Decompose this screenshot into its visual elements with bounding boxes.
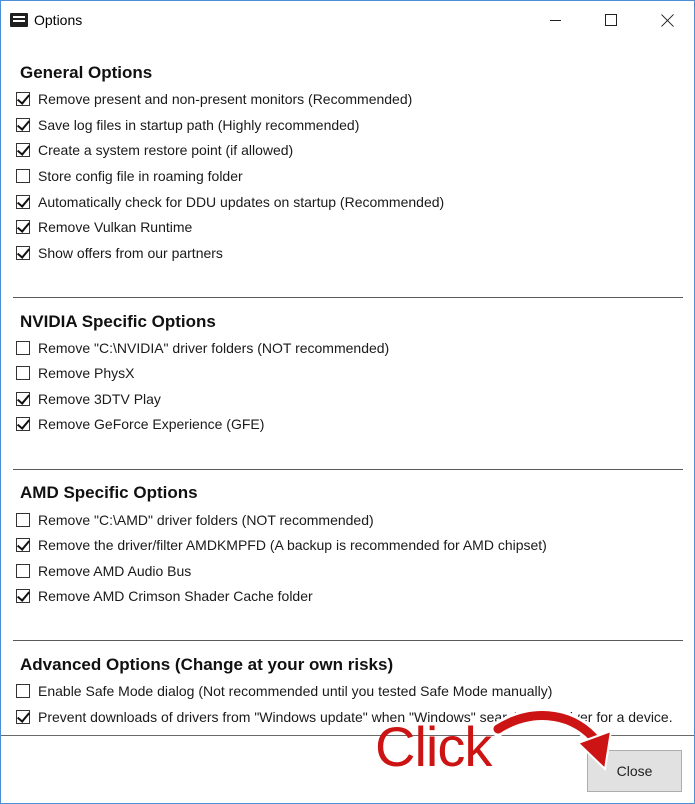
checkbox[interactable] <box>16 195 30 209</box>
option-remove-physx[interactable]: Remove PhysX <box>16 363 134 383</box>
option-label: Remove AMD Crimson Shader Cache folder <box>38 588 313 604</box>
checkbox[interactable] <box>16 417 30 431</box>
window-close-button[interactable] <box>644 1 690 39</box>
options-window: Options General Options Remove present a… <box>0 0 695 804</box>
checkbox[interactable] <box>16 143 30 157</box>
option-label: Store config file in roaming folder <box>38 168 243 184</box>
checkbox[interactable] <box>16 220 30 234</box>
window-title: Options <box>34 12 83 28</box>
checkbox[interactable] <box>16 366 30 380</box>
section-title: Advanced Options (Change at your own ris… <box>20 655 394 674</box>
option-label: Remove "C:\AMD" driver folders (NOT reco… <box>38 512 374 528</box>
option-safe-mode-dialog[interactable]: Enable Safe Mode dialog (Not recommended… <box>16 681 552 701</box>
checkbox[interactable] <box>16 684 30 698</box>
option-roaming-config[interactable]: Store config file in roaming folder <box>16 166 243 186</box>
option-save-log-files[interactable]: Save log files in startup path (Highly r… <box>16 115 359 135</box>
checkbox[interactable] <box>16 118 30 132</box>
option-remove-shader-cache[interactable]: Remove AMD Crimson Shader Cache folder <box>16 586 313 606</box>
section-divider <box>13 469 683 470</box>
option-remove-amdkmpfd[interactable]: Remove the driver/filter AMDKMPFD (A bac… <box>16 535 547 555</box>
close-icon <box>661 14 674 27</box>
app-icon <box>10 13 28 27</box>
checkbox[interactable] <box>16 564 30 578</box>
option-label: Remove present and non-present monitors … <box>38 91 413 107</box>
section-title: NVIDIA Specific Options <box>20 312 216 331</box>
checkbox[interactable] <box>16 246 30 260</box>
option-label: Create a system restore point (if allowe… <box>38 142 294 158</box>
checkbox[interactable] <box>16 92 30 106</box>
option-remove-3dtv[interactable]: Remove 3DTV Play <box>16 389 161 409</box>
section-title: AMD Specific Options <box>20 483 198 502</box>
option-label: Show offers from our partners <box>38 245 223 261</box>
title-bar[interactable]: Options <box>1 1 694 39</box>
option-label: Remove AMD Audio Bus <box>38 563 192 579</box>
option-check-updates[interactable]: Automatically check for DDU updates on s… <box>16 192 444 212</box>
checkbox[interactable] <box>16 513 30 527</box>
option-remove-monitors[interactable]: Remove present and non-present monitors … <box>16 89 412 109</box>
option-label: Remove 3DTV Play <box>38 391 161 407</box>
minimize-icon <box>549 19 561 21</box>
checkbox[interactable] <box>16 710 30 724</box>
option-label: Save log files in startup path (Highly r… <box>38 117 360 133</box>
option-restore-point[interactable]: Create a system restore point (if allowe… <box>16 140 293 160</box>
checkbox[interactable] <box>16 169 30 183</box>
options-content: General Options Remove present and non-p… <box>1 39 694 735</box>
click-arrow-icon <box>490 708 613 772</box>
maximize-button[interactable] <box>588 1 634 39</box>
maximize-icon <box>605 14 617 26</box>
option-label: Remove Vulkan Runtime <box>38 219 193 235</box>
option-remove-vulkan[interactable]: Remove Vulkan Runtime <box>16 217 192 237</box>
option-remove-gfe[interactable]: Remove GeForce Experience (GFE) <box>16 414 264 434</box>
section-divider <box>13 640 683 641</box>
section-title: General Options <box>20 63 153 82</box>
click-annotation-text: Click <box>375 715 492 778</box>
option-label: Remove GeForce Experience (GFE) <box>38 416 265 432</box>
checkbox[interactable] <box>16 341 30 355</box>
option-label: Enable Safe Mode dialog (Not recommended… <box>38 683 553 699</box>
checkbox[interactable] <box>16 538 30 552</box>
option-remove-amd-folders[interactable]: Remove "C:\AMD" driver folders (NOT reco… <box>16 510 374 530</box>
checkbox[interactable] <box>16 589 30 603</box>
option-label: Remove PhysX <box>38 365 135 381</box>
minimize-button[interactable] <box>532 1 578 39</box>
option-remove-nvidia-folders[interactable]: Remove "C:\NVIDIA" driver folders (NOT r… <box>16 338 389 358</box>
option-label: Remove the driver/filter AMDKMPFD (A bac… <box>38 537 547 553</box>
checkbox[interactable] <box>16 392 30 406</box>
option-remove-amd-audio-bus[interactable]: Remove AMD Audio Bus <box>16 561 191 581</box>
option-label: Automatically check for DDU updates on s… <box>38 194 445 210</box>
section-divider <box>13 297 683 298</box>
option-partner-offers[interactable]: Show offers from our partners <box>16 243 223 263</box>
option-label: Remove "C:\NVIDIA" driver folders (NOT r… <box>38 340 390 356</box>
